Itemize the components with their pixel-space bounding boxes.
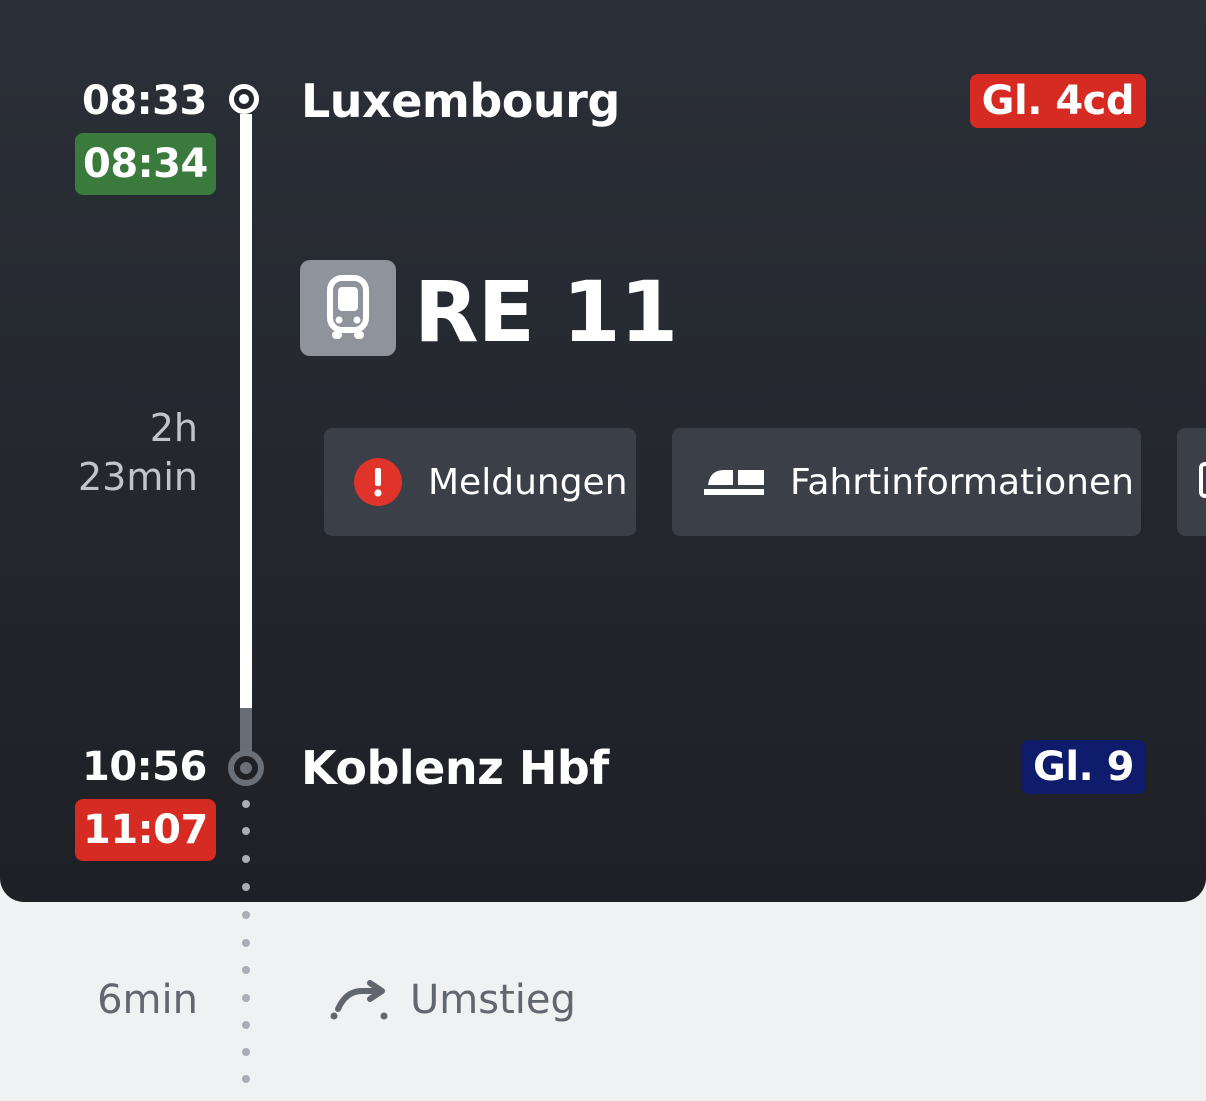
- transfer-path-dot: [242, 1075, 250, 1083]
- chip-icon-partial: [1199, 462, 1206, 498]
- transfer-arrow-icon: [328, 979, 390, 1021]
- arrival-stop-icon: [228, 750, 264, 786]
- transfer-path-dot: [242, 994, 250, 1002]
- regional-train-icon: [300, 260, 396, 356]
- departure-station[interactable]: Luxembourg: [301, 73, 620, 129]
- transfer-path-dot: [242, 827, 250, 835]
- messages-button[interactable]: Meldungen: [324, 428, 636, 536]
- arrival-station[interactable]: Koblenz Hbf: [301, 740, 609, 796]
- transfer-path-dot: [242, 855, 250, 863]
- more-options-chip[interactable]: [1177, 428, 1206, 536]
- arrival-actual-time: 11:07: [75, 799, 216, 861]
- travel-duration-minutes: 23min: [77, 455, 198, 499]
- route-line: [240, 114, 252, 708]
- transfer-path-dot: [242, 939, 250, 947]
- departure-scheduled-time: 08:33: [82, 78, 207, 124]
- departure-stop-icon: [229, 84, 259, 114]
- journey-segment-card[interactable]: 08:33 08:34 Luxembourg Gl. 4cd RE 11 2h …: [0, 0, 1206, 902]
- transfer-path-dot: [242, 911, 250, 919]
- transfer-path-dot: [242, 1021, 250, 1029]
- alert-icon: [354, 458, 402, 506]
- arrival-platform-badge: Gl. 9: [1021, 740, 1146, 794]
- transfer-path-dot: [242, 800, 250, 808]
- departure-actual-time: 08:34: [75, 133, 216, 195]
- messages-label: Meldungen: [428, 461, 628, 503]
- arrival-scheduled-time: 10:56: [82, 744, 207, 790]
- route-line-end: [240, 708, 252, 752]
- trip-info-label: Fahrtinformationen: [790, 461, 1134, 503]
- transfer-info[interactable]: Umstieg: [328, 972, 576, 1028]
- transfer-path-dot: [242, 1048, 250, 1056]
- transfer-path-dot: [242, 966, 250, 974]
- travel-duration-hours: 2h: [149, 406, 198, 450]
- transfer-label: Umstieg: [410, 977, 576, 1023]
- transfer-path-dot: [242, 883, 250, 891]
- transfer-duration: 6min: [97, 977, 198, 1023]
- train-info-icon: [704, 466, 764, 498]
- trip-info-button[interactable]: Fahrtinformationen: [672, 428, 1141, 536]
- departure-platform-badge: Gl. 4cd: [969, 74, 1146, 128]
- train-name: RE 11: [414, 263, 678, 361]
